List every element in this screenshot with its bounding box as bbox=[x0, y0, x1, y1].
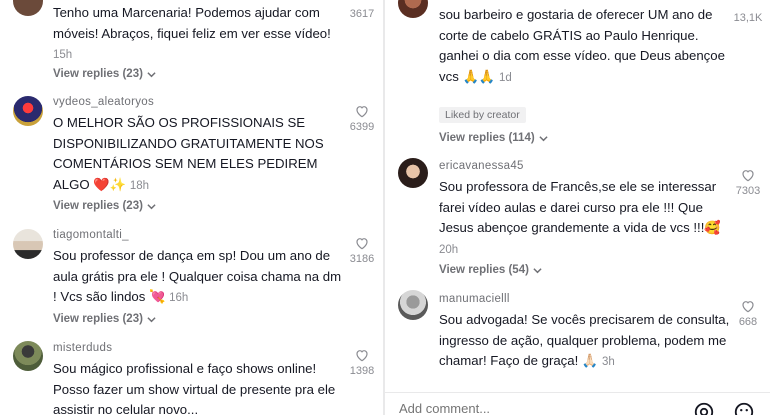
comment-text: Sou advogada! Se vocês precisarem de con… bbox=[439, 312, 730, 368]
like-button[interactable]: 3617 bbox=[342, 8, 382, 20]
heart-outline-icon bbox=[742, 170, 754, 182]
avatar[interactable] bbox=[398, 290, 428, 320]
like-count: 1398 bbox=[349, 365, 375, 377]
like-count: 3186 bbox=[349, 253, 375, 265]
like-button[interactable]: 3186 bbox=[342, 235, 382, 265]
comment-text: Tenho uma Marcenaria! Podemos ajudar com… bbox=[53, 5, 331, 61]
comment-username[interactable]: ericavanessa45 bbox=[439, 160, 524, 172]
add-comment-input[interactable] bbox=[399, 401, 599, 415]
chevron-down-icon bbox=[539, 135, 548, 141]
like-button[interactable]: 13,1K bbox=[728, 12, 768, 24]
view-replies-button[interactable]: View replies (114) bbox=[439, 132, 548, 144]
view-replies-label: View replies (114) bbox=[439, 132, 535, 144]
comment-username[interactable]: manumacielll bbox=[439, 293, 510, 305]
view-replies-label: View replies (23) bbox=[53, 313, 143, 325]
like-button[interactable]: 668 bbox=[728, 298, 768, 328]
comment-text: sou barbeiro e gostaria de oferecer UM a… bbox=[439, 7, 725, 84]
comment-text: Sou mágico profissional e faço shows onl… bbox=[53, 361, 336, 415]
comment-text: O MELHOR SÃO OS PROFISSIONAIS SE DISPONI… bbox=[53, 115, 324, 192]
view-replies-button[interactable]: View replies (54) bbox=[439, 264, 542, 276]
chevron-down-icon bbox=[147, 316, 156, 322]
comments-panel-left: Tenho uma Marcenaria! Podemos ajudar com… bbox=[0, 0, 383, 415]
avatar[interactable] bbox=[398, 158, 428, 188]
like-count: 7303 bbox=[735, 185, 761, 197]
emoji-icon[interactable] bbox=[733, 401, 755, 415]
chevron-down-icon bbox=[533, 267, 542, 273]
view-replies-button[interactable]: View replies (23) bbox=[53, 200, 156, 212]
add-comment-bar bbox=[385, 392, 770, 415]
at-sign-icon[interactable] bbox=[693, 401, 715, 415]
like-button[interactable]: 1398 bbox=[342, 347, 382, 377]
comment-text: Sou professora de Francês,se ele se inte… bbox=[439, 179, 721, 256]
avatar[interactable] bbox=[398, 0, 428, 18]
chevron-down-icon bbox=[147, 203, 156, 209]
comment-username[interactable]: misterduds bbox=[53, 342, 112, 354]
chevron-down-icon bbox=[147, 71, 156, 77]
avatar[interactable] bbox=[13, 0, 43, 16]
comment-time: 18h bbox=[129, 179, 150, 192]
like-count: 13,1K bbox=[733, 12, 763, 24]
avatar[interactable] bbox=[13, 229, 43, 259]
like-count: 668 bbox=[738, 316, 758, 328]
heart-outline-icon bbox=[356, 106, 368, 118]
view-replies-label: View replies (23) bbox=[53, 68, 143, 80]
view-replies-label: View replies (54) bbox=[439, 264, 529, 276]
like-count: 3617 bbox=[349, 8, 375, 20]
like-count: 6399 bbox=[349, 121, 375, 133]
like-button[interactable]: 7303 bbox=[728, 167, 768, 197]
view-replies-button[interactable]: View replies (23) bbox=[53, 313, 156, 325]
view-replies-label: View replies (23) bbox=[53, 200, 143, 212]
heart-outline-icon bbox=[356, 238, 368, 250]
like-button[interactable]: 6399 bbox=[342, 103, 382, 133]
comment-time: 16h bbox=[169, 292, 189, 304]
comment-time: 15h bbox=[53, 49, 73, 61]
avatar[interactable] bbox=[13, 96, 43, 126]
comment-username[interactable]: vydeos_aleatoryos bbox=[53, 96, 154, 108]
heart-outline-icon bbox=[356, 350, 368, 362]
avatar[interactable] bbox=[13, 341, 43, 371]
comments-panel-right: sou barbeiro e gostaria de oferecer UM a… bbox=[385, 0, 770, 415]
liked-by-creator-badge: Liked by creator bbox=[439, 107, 526, 123]
comment-time: 20h bbox=[439, 243, 459, 256]
comment-time: 3h bbox=[602, 356, 615, 368]
view-replies-button[interactable]: View replies (23) bbox=[53, 68, 156, 80]
comment-username[interactable]: tiagomontalti_ bbox=[53, 229, 129, 241]
comment-time: 1d bbox=[498, 71, 512, 84]
comment-text: Sou professor de dança em sp! Dou um ano… bbox=[53, 248, 342, 304]
heart-outline-icon bbox=[742, 301, 754, 313]
